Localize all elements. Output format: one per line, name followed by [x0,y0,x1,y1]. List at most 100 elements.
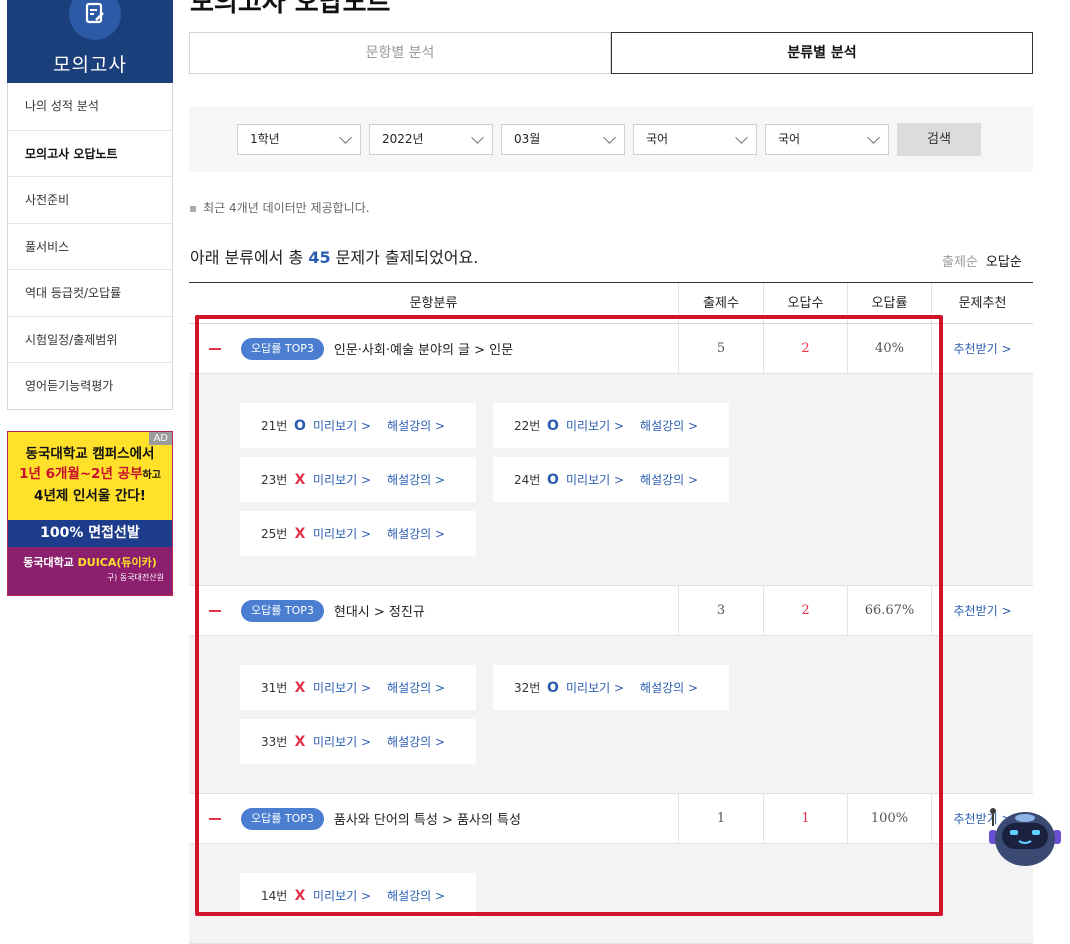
lecture-link[interactable]: 해설강의 > [640,471,698,488]
notice: ▪ 최근 4개년 데이터만 제공합니다. [189,199,370,216]
collapse-icon[interactable] [209,347,221,350]
correct-mark: O [547,471,559,488]
year-select[interactable]: 2022년 [369,124,493,155]
correct-mark: O [547,417,559,434]
tab-by-category[interactable]: 분류별 분석 [611,32,1033,74]
wrong-mark: X [294,471,306,488]
question-number: 31번 [261,681,288,695]
question-count: 3 [678,586,763,635]
preview-link[interactable]: 미리보기 > [313,887,371,904]
month-select-value: 03월 [514,132,541,146]
lecture-link[interactable]: 해설강의 > [387,733,445,750]
ad-bot-c: 구) 동국대전산원 [106,573,164,582]
lecture-link[interactable]: 해설강의 > [387,887,445,904]
category-name: 품사와 단어의 특성 > 품사의 특성 [333,813,521,828]
sidebar-item-full-service[interactable]: 풀서비스 [8,222,172,270]
chevron-down-icon [603,131,616,144]
lecture-link[interactable]: 해설강의 > [387,679,445,696]
lecture-link[interactable]: 해설강의 > [640,679,698,696]
month-select[interactable]: 03월 [501,124,625,155]
wrong-rate: 66.67% [847,586,931,635]
header-count: 출제수 [678,283,763,323]
subject-select-value: 국어 [646,132,669,146]
question-detail: 21번 O 미리보기 > 해설강의 > 22번 O 미리보기 > 해설강의 > 23번 X 미리… [189,374,1033,586]
preview-link[interactable]: 미리보기 > [313,471,371,488]
sidebar-item-grade-cut[interactable]: 역대 등급컷/오답률 [8,269,172,316]
ad-line-1: 동국대학교 캠퍼스에서 [25,446,155,462]
chevron-down-icon [339,131,352,144]
question-detail: 31번 X 미리보기 > 해설강의 > 32번 O 미리보기 > 해설강의 > 33번 X 미리… [189,636,1033,794]
chevron-down-icon [867,131,880,144]
recommend-link[interactable]: 추천받기 > [931,324,1033,373]
preview-link[interactable]: 미리보기 > [313,679,371,696]
sub-subject-select-value: 국어 [778,132,801,146]
bullet-icon: ▪ [189,201,198,215]
grade-select[interactable]: 1학년 [237,124,361,155]
sidebar-item-score-analysis[interactable]: 나의 성적 분석 [8,83,172,130]
top3-badge: 오답률 TOP3 [241,337,324,360]
sort-by-count[interactable]: 출제순 [942,255,978,270]
preview-link[interactable]: 미리보기 > [566,471,624,488]
sort-by-wrong[interactable]: 오답순 [986,255,1022,270]
category-name: 인문·사회·예술 분야의 글 > 인문 [333,343,514,358]
question-number: 23번 [261,473,288,487]
preview-link[interactable]: 미리보기 > [566,417,624,434]
sidebar-item-wrong-note[interactable]: 모의고사 오답노트 [8,129,172,177]
sidebar-menu: 나의 성적 분석 모의고사 오답노트 사전준비 풀서비스 역대 등급컷/오답률 … [7,83,173,410]
sort-options: 출제순 오답순 [942,251,1022,270]
preview-link[interactable]: 미리보기 > [313,417,371,434]
sidebar-item-preparation[interactable]: 사전준비 [8,176,172,223]
header-wrong: 오답수 [763,283,847,323]
ad-line-3: 4년제 인서울 간다! [34,488,146,504]
notice-text: 최근 4개년 데이터만 제공합니다. [203,201,370,215]
lecture-link[interactable]: 해설강의 > [640,417,698,434]
question-card: 25번 X 미리보기 > 해설강의 > [240,511,476,556]
table-row: 오답률 TOP3 품사와 단어의 특성 > 품사의 특성 1 1 100% 추천받… [189,794,1033,844]
preview-link[interactable]: 미리보기 > [566,679,624,696]
question-card: 31번 X 미리보기 > 해설강의 > [240,665,476,710]
ad-tag: AD [149,432,172,445]
question-card: 21번 O 미리보기 > 해설강의 > [240,403,476,448]
question-count: 1 [678,794,763,843]
header-category: 문항분류 [409,296,458,311]
question-number: 22번 [514,419,541,433]
analysis-tabs: 문항별 분석 분류별 분석 [189,32,1033,74]
summary-prefix: 아래 분류에서 총 [190,248,309,267]
recommend-link[interactable]: 추천받기 > [931,586,1033,635]
wrong-mark: X [294,679,306,696]
page-title: 모의고사 오답노트 [190,0,391,18]
ad-banner[interactable]: AD 동국대학교 캠퍼스에서 1년 6개월~2년 공부하고 4년제 인서울 간다… [7,431,173,596]
collapse-icon[interactable] [209,817,221,820]
collapse-icon[interactable] [209,609,221,612]
chevron-down-icon [471,131,484,144]
sidebar-item-schedule[interactable]: 시험일정/출제범위 [8,315,172,363]
correct-mark: O [547,679,559,696]
sidebar-item-english-listening[interactable]: 영어듣기능력평가 [8,362,172,409]
tab-by-question[interactable]: 문항별 분석 [189,32,611,74]
table-header: 문항분류 출제수 오답수 오답률 문제추천 [189,283,1033,324]
question-number: 21번 [261,419,288,433]
sub-subject-select[interactable]: 국어 [765,124,889,155]
table-row: 오답률 TOP3 인문·사회·예술 분야의 글 > 인문 5 2 40% 추천받기… [189,324,1033,374]
subject-select[interactable]: 국어 [633,124,757,155]
preview-link[interactable]: 미리보기 > [313,525,371,542]
chevron-down-icon [735,131,748,144]
header-recommend: 문제추천 [931,283,1033,323]
preview-link[interactable]: 미리보기 > [313,733,371,750]
lecture-link[interactable]: 해설강의 > [387,525,445,542]
chatbot-robot-icon[interactable] [987,806,1063,868]
wrong-rate: 100% [847,794,931,843]
category-table: 문항분류 출제수 오답수 오답률 문제추천 오답률 TOP3 인문·사회·예술 분… [189,282,1033,944]
lecture-link[interactable]: 해설강의 > [387,471,445,488]
question-number: 25번 [261,527,288,541]
question-card: 23번 X 미리보기 > 해설강의 > [240,457,476,502]
ad-mid: 100% 면접선발 [8,520,172,547]
wrong-count: 1 [763,794,847,843]
summary-suffix: 문제가 출제되었어요. [330,248,479,267]
question-detail: 14번 X 미리보기 > 해설강의 > [189,844,1033,944]
ad-bot-b: DUICA(듀이카) [77,556,157,569]
lecture-link[interactable]: 해설강의 > [387,417,445,434]
year-select-value: 2022년 [382,132,424,146]
question-number: 33번 [261,735,288,749]
search-button[interactable]: 검색 [897,123,981,156]
